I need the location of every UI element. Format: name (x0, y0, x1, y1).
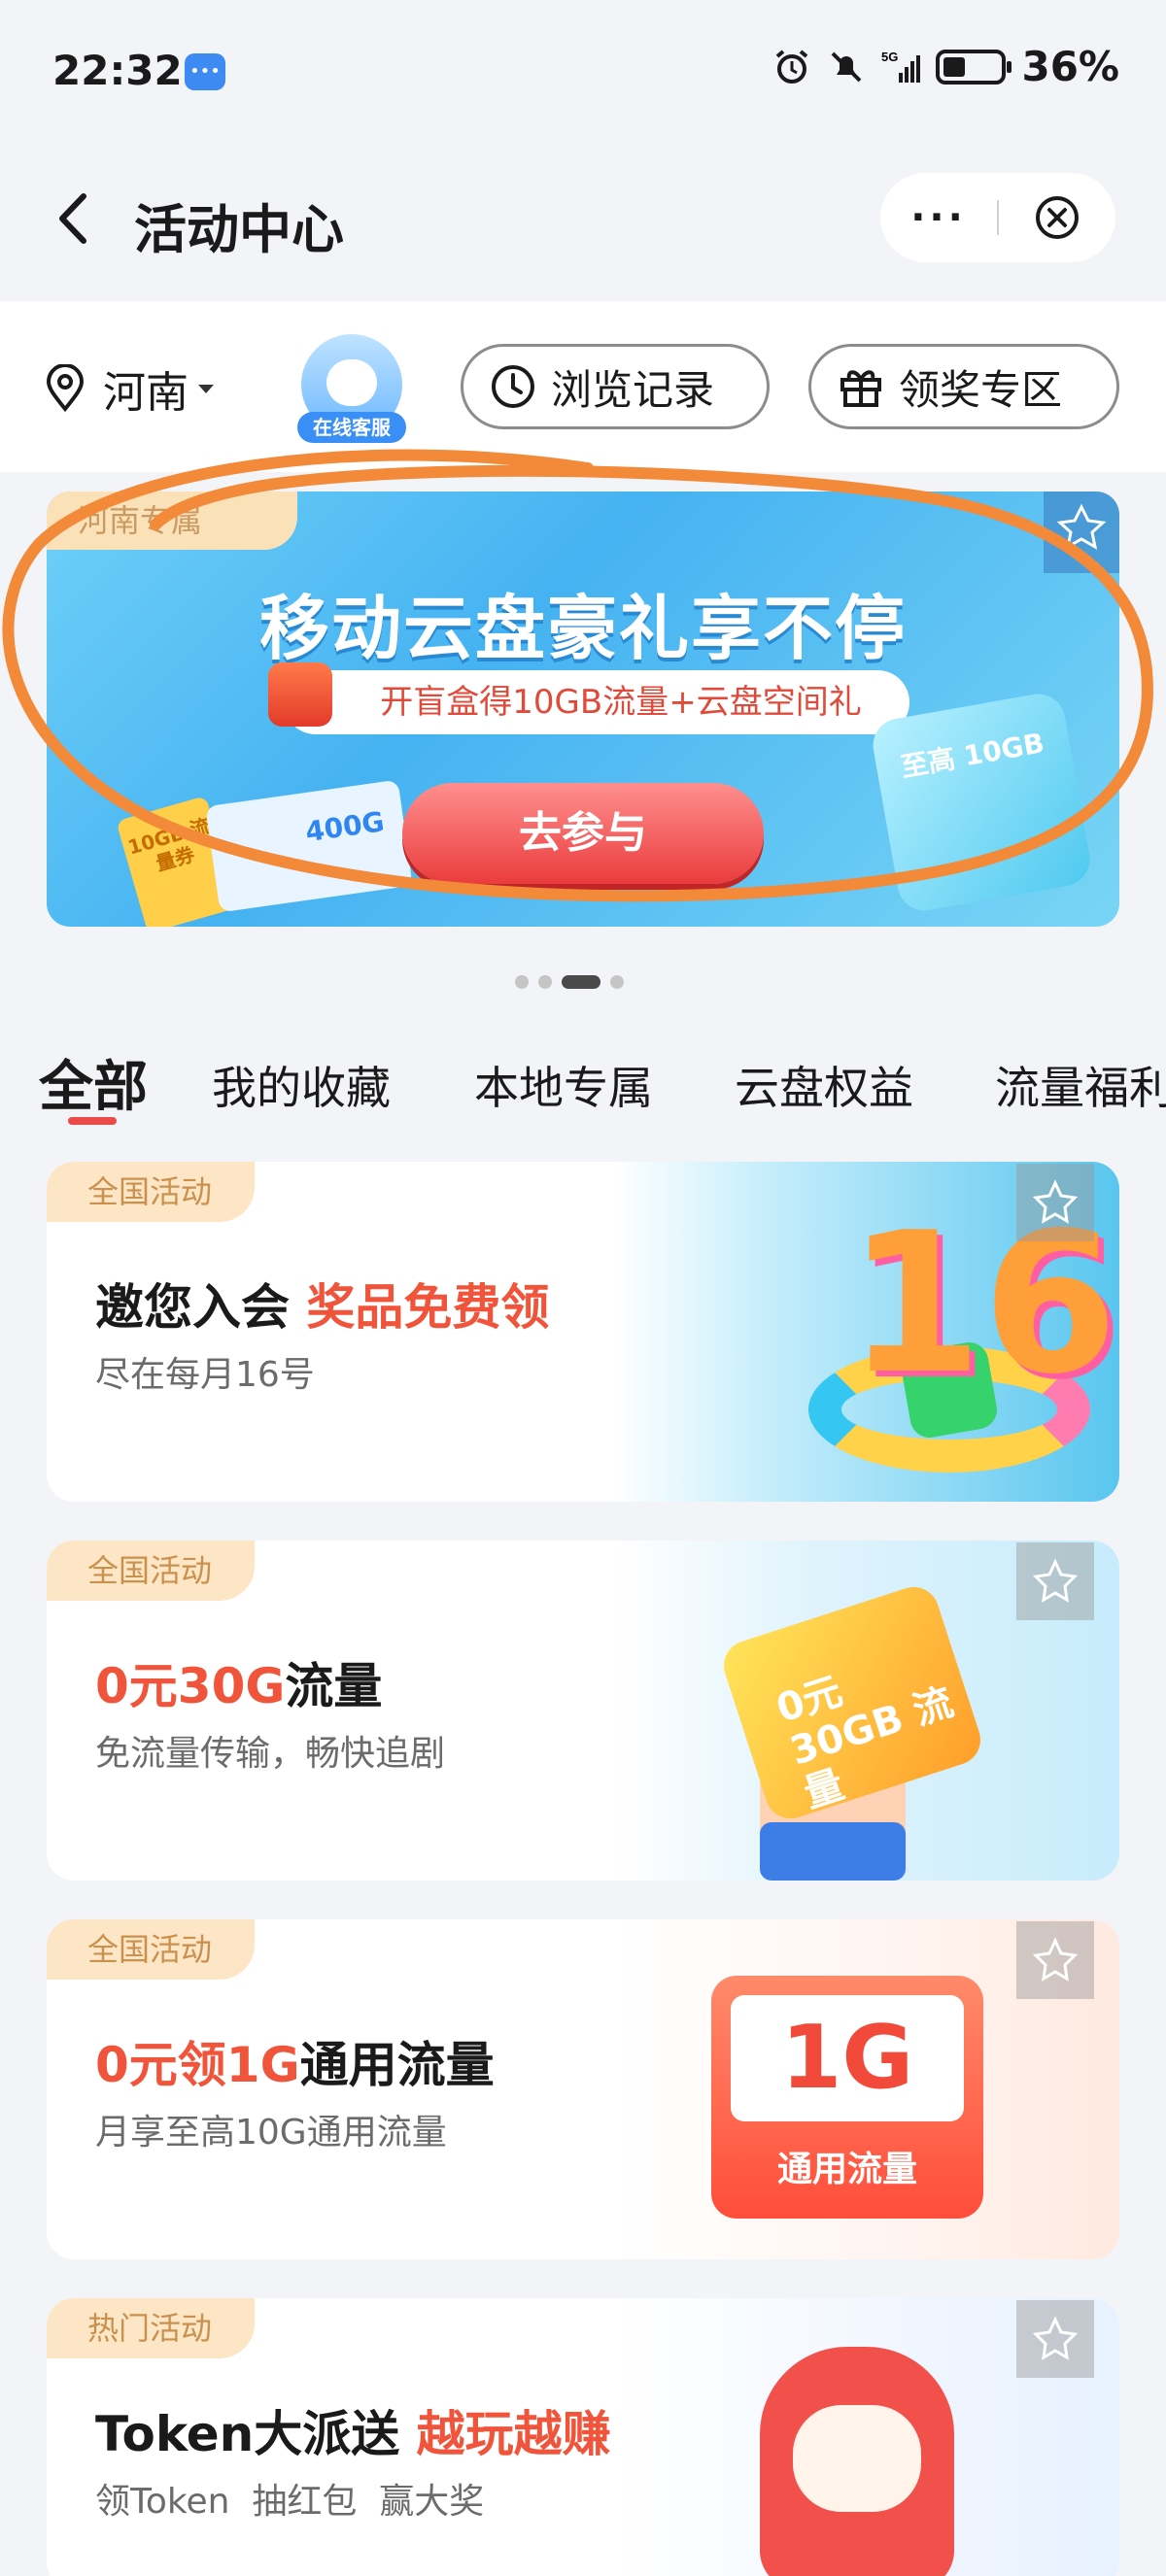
carousel-dot (538, 975, 552, 989)
carousel-indicator (515, 975, 624, 989)
carousel-dot-active (562, 975, 600, 989)
card-title-text: Token大派送 (95, 2406, 417, 2462)
favorite-button[interactable] (1016, 1542, 1094, 1620)
location-pin-icon (46, 364, 85, 413)
caret-down-icon (198, 384, 214, 393)
card-tag: 全国活动 (47, 1919, 256, 1980)
banner-subline: 开盲盒得10GB流量+云盘空间礼 (284, 670, 909, 734)
card-description: 月享至高10G通用流量 (95, 2113, 447, 2152)
mascot-face (793, 2405, 921, 2512)
favorite-button[interactable] (1016, 1164, 1094, 1241)
star-icon (1056, 503, 1107, 550)
tab-favorites[interactable]: 我的收藏 (212, 1053, 391, 1117)
join-button[interactable]: 去参与 (402, 783, 764, 884)
carousel-dot (610, 975, 624, 989)
card-title-text: 通用流量 (299, 2037, 495, 2093)
card-title-text: 流量 (285, 1658, 383, 1714)
more-options-button[interactable]: ··· (880, 195, 997, 240)
activity-card[interactable]: 16 全国活动 邀您入会 奖品免费领 尽在每月16号 (47, 1162, 1119, 1502)
1g-text: 1G (731, 1995, 964, 2121)
banner-corner-tag: 河南专属 (47, 491, 297, 550)
carousel-dot (515, 975, 529, 989)
clock-icon (492, 365, 534, 408)
activity-card[interactable]: 1G 通用流量 全国活动 0元领1G通用流量 月享至高10G通用流量 (47, 1919, 1119, 2259)
tab-cloud-rights[interactable]: 云盘权益 (735, 1053, 913, 1117)
card-title-highlight: 越玩越赚 (416, 2406, 611, 2462)
mini-program-capsule: ··· (880, 173, 1115, 262)
tab-all[interactable]: 全部 (39, 1043, 148, 1122)
service-avatar-face (326, 359, 377, 406)
general-traffic-text: 通用流量 (776, 2150, 917, 2189)
cloud-cube-graphic: 至高 10GB (869, 690, 1094, 915)
favorite-button[interactable] (1016, 2300, 1094, 2378)
title-bar: 活动中心 ··· (0, 146, 1166, 301)
close-button[interactable] (999, 193, 1115, 242)
card-title-highlight: 0元30G (95, 1658, 286, 1714)
card-description: 尽在每月16号 (95, 1355, 315, 1395)
card-title: 0元30G流量 (95, 1647, 382, 1717)
star-icon (1032, 1558, 1079, 1603)
page-title: 活动中心 (134, 199, 344, 260)
card-tag: 全国活动 (47, 1162, 256, 1222)
status-bar: 22:32 ••• 5G 36% (0, 0, 1166, 146)
battery-icon (936, 49, 1012, 85)
status-icons: 5G 36% (772, 43, 1119, 90)
prize-zone-label: 领奖专区 (899, 365, 1063, 414)
card-title: 0元领1G通用流量 (95, 2026, 495, 2096)
sleeve-graphic (760, 1822, 906, 1881)
red-gift-box-icon (268, 662, 332, 727)
prize-zone-button[interactable]: 领奖专区 (808, 344, 1119, 429)
promo-banner[interactable]: 河南专属 移动云盘豪礼享不停 开盲盒得10GB流量+云盘空间礼 10GB 流量券… (47, 491, 1119, 927)
traffic-ticket-graphic: 0元 30GB 流量 (717, 1580, 987, 1825)
svg-text:5G: 5G (881, 50, 898, 64)
category-tabs: 全部 我的收藏 本地专属 云盘权益 流量福利 (0, 1039, 1166, 1136)
card-tag: 全国活动 (47, 1541, 256, 1601)
signal-5g-icon: 5G (881, 50, 921, 83)
message-notification-icon: ••• (185, 53, 225, 90)
back-arrow-icon[interactable] (45, 185, 103, 253)
card-title-highlight: 奖品免费领 (306, 1279, 550, 1336)
cube-text: 至高 10GB (898, 727, 1047, 784)
battery-percent: 36% (1021, 43, 1119, 90)
browse-history-label: 浏览记录 (551, 365, 715, 414)
star-icon (1032, 1937, 1079, 1982)
mascot-graphic (760, 2347, 954, 2576)
region-label: 河南 (103, 368, 189, 418)
online-service-button[interactable]: 在线客服 (297, 334, 406, 443)
tab-active-indicator (68, 1117, 117, 1125)
filter-row: 河南 在线客服 浏览记录 领奖专区 (0, 301, 1166, 472)
card-tag: 热门活动 (47, 2298, 256, 2358)
1g-box-graphic: 1G 通用流量 (711, 1976, 983, 2219)
online-service-label: 在线客服 (297, 412, 406, 443)
card-description: 免流量传输，畅快追剧 (95, 1734, 446, 1774)
region-selector[interactable]: 河南 (43, 357, 214, 420)
banner-headline: 移动云盘豪礼享不停 (258, 588, 907, 669)
mute-bell-icon (832, 51, 862, 82)
card-title-text: 邀您入会 (95, 1279, 307, 1336)
card-title-highlight: 0元领1G (95, 2037, 300, 2093)
browse-history-button[interactable]: 浏览记录 (461, 344, 770, 429)
activity-card[interactable]: 0元 30GB 流量 全国活动 0元30G流量 免流量传输，畅快追剧 (47, 1541, 1119, 1881)
cloud-storage-card-graphic: 400G (205, 779, 413, 913)
card-title: 邀您入会 奖品免费领 (95, 1269, 549, 1339)
card-title: Token大派送 越玩越赚 (95, 2395, 611, 2465)
banner-favorite-button[interactable] (1044, 491, 1119, 573)
gift-icon (840, 370, 881, 407)
status-time: 22:32 (52, 47, 183, 94)
tab-local[interactable]: 本地专属 (474, 1053, 653, 1117)
tab-traffic-welfare[interactable]: 流量福利 (995, 1053, 1166, 1117)
alarm-icon (776, 49, 808, 84)
activity-card[interactable]: 热门活动 Token大派送 越玩越赚 领Token 抽红包 赢大奖 (47, 2298, 1119, 2576)
close-circle-icon (1036, 196, 1079, 239)
star-icon (1032, 2316, 1079, 2360)
favorite-button[interactable] (1016, 1921, 1094, 1999)
card-description: 领Token 抽红包 赢大奖 (95, 2482, 485, 2522)
star-icon (1032, 1179, 1079, 1224)
